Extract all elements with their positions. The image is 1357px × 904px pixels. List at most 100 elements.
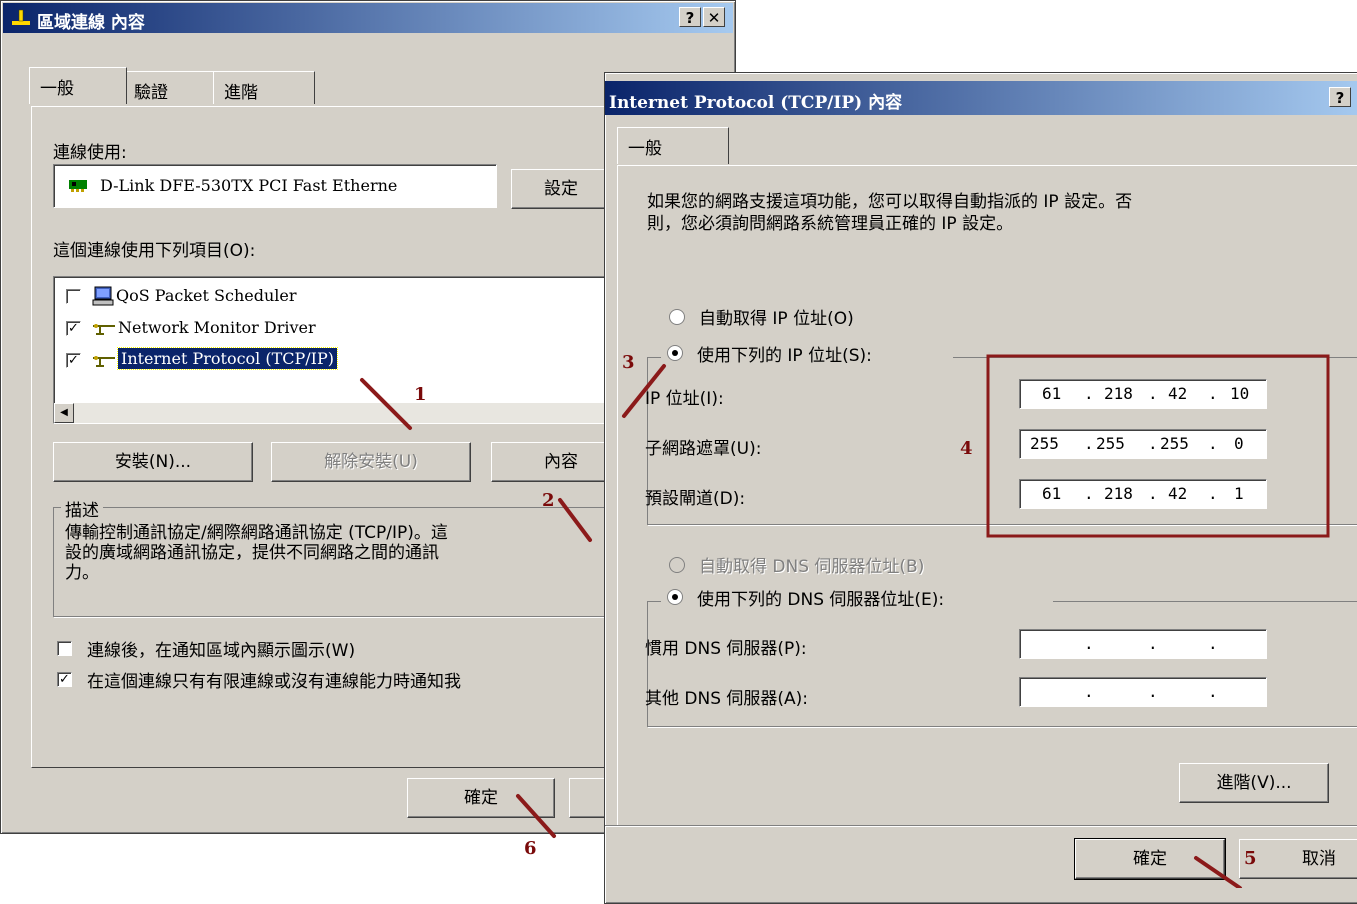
annotation-6: 6 <box>524 838 537 859</box>
show-icon-label[interactable]: 連線後，在通知區域內顯示圖示(W) <box>87 636 355 661</box>
subnet-octet-3: 255 <box>1160 434 1189 453</box>
right-ok-button[interactable]: 確定 <box>1074 838 1226 880</box>
notify-label[interactable]: 在這個連線只有有限連線或沒有連線能力時通知我 <box>87 667 461 692</box>
ip-dot: . <box>1208 434 1218 453</box>
ip-octet-3: 42 <box>1168 384 1188 403</box>
qos-checkbox[interactable] <box>66 289 81 304</box>
use-dns-radio[interactable] <box>667 589 683 605</box>
items-label: 這個連線使用下列項目(O): <box>53 241 256 261</box>
netmon-label: Network Monitor Driver <box>118 318 316 337</box>
left-ok-button[interactable]: 確定 <box>407 778 555 818</box>
ip-dot: . <box>1208 682 1218 701</box>
ip-dot: . <box>1208 484 1218 503</box>
tcpip-properties-window: Internet Protocol (TCP/IP) 內容 ? 一般 如果您的網… <box>604 72 1357 904</box>
close-icon[interactable]: ✕ <box>703 7 725 27</box>
subnet-octet-4: 0 <box>1234 434 1244 453</box>
netmon-checkbox[interactable]: ✓ <box>66 321 81 336</box>
ip-dot: . <box>1208 634 1218 653</box>
ip-dot: . <box>1084 434 1094 453</box>
ip-dot: . <box>1148 384 1158 403</box>
description-line-2: 設的廣域網路通訊協定，提供不同網路之間的通訊 <box>65 543 439 563</box>
network-protocol-icon <box>92 321 116 341</box>
annotation-4: 4 <box>960 438 973 459</box>
description-line-1: 傳輸控制通訊協定/網際網路通訊協定 (TCP/IP)。這 <box>65 523 448 543</box>
tab-general-tcpip-label: 一般 <box>628 139 662 159</box>
use-ip-label[interactable]: 使用下列的 IP 位址(S): <box>697 341 872 366</box>
network-protocol-icon <box>92 353 116 373</box>
right-cancel-button[interactable]: 取消 <box>1239 839 1357 879</box>
scheduler-icon <box>92 285 114 312</box>
right-window-title: Internet Protocol (TCP/IP) 內容 <box>609 93 903 113</box>
adapter-name: D-Link DFE-530TX PCI Fast Etherne <box>100 176 398 195</box>
ip-dot: . <box>1148 634 1158 653</box>
list-item-qos[interactable]: QoS Packet Scheduler <box>66 285 606 309</box>
components-list[interactable]: QoS Packet Scheduler ✓ Network Monitor D… <box>53 276 613 424</box>
preferred-dns-label: 慣用 DNS 伺服器(P): <box>645 639 807 659</box>
show-icon-checkbox[interactable] <box>57 641 72 656</box>
tcpip-label: Internet Protocol (TCP/IP) <box>116 347 339 370</box>
advanced-button-label: 進階(V)... <box>1216 773 1292 793</box>
right-ok-button-label: 確定 <box>1133 849 1167 869</box>
notify-checkbox[interactable]: ✓ <box>57 672 72 687</box>
use-ip-radio[interactable] <box>667 345 683 361</box>
gateway-octet-3: 42 <box>1168 484 1188 503</box>
ip-octet-2: 218 <box>1104 384 1133 403</box>
uninstall-button-label: 解除安裝(U) <box>324 452 418 472</box>
ip-dot: . <box>1148 484 1158 503</box>
gateway-octet-1: 61 <box>1042 484 1062 503</box>
ip-octet-4: 10 <box>1230 384 1250 403</box>
tcpip-checkbox[interactable]: ✓ <box>66 353 81 368</box>
use-dns-label[interactable]: 使用下列的 DNS 伺服器位址(E): <box>697 585 944 610</box>
connect-using-label: 連線使用: <box>53 143 127 163</box>
advanced-button[interactable]: 進階(V)... <box>1179 763 1329 803</box>
left-window-title: 區域連線 內容 <box>37 13 145 33</box>
network-adapter-icon <box>68 177 90 198</box>
subnet-label: 子網路遮罩(U): <box>645 439 762 459</box>
help-button[interactable]: ? <box>679 7 701 27</box>
gateway-field[interactable]: 61 . 218 . 42 . 1 <box>1019 479 1267 509</box>
install-button-label: 安裝(N)... <box>114 452 192 472</box>
scroll-left-arrow-icon[interactable]: ◀ <box>54 403 74 423</box>
preferred-dns-field[interactable]: . . . <box>1019 629 1267 659</box>
annotation-3: 3 <box>622 352 635 373</box>
subnet-mask-field[interactable]: 255 . 255 . 255 . 0 <box>1019 429 1267 459</box>
gateway-octet-2: 218 <box>1104 484 1133 503</box>
ip-dot: . <box>1084 384 1094 403</box>
ip-dot: . <box>1084 484 1094 503</box>
network-connection-icon <box>11 9 31 27</box>
auto-ip-radio[interactable] <box>669 309 685 325</box>
tab-general-label: 一般 <box>40 79 74 99</box>
auto-ip-label[interactable]: 自動取得 IP 位址(O) <box>699 304 854 329</box>
subnet-octet-2: 255 <box>1096 434 1125 453</box>
configure-button[interactable]: 設定 <box>511 169 611 209</box>
ip-octet-1: 61 <box>1042 384 1062 403</box>
ip-address-field[interactable]: 61 . 218 . 42 . 10 <box>1019 379 1267 409</box>
configure-button-label: 設定 <box>544 179 578 199</box>
list-item-netmon[interactable]: ✓ Network Monitor Driver <box>66 317 606 341</box>
tab-general[interactable]: 一般 <box>29 67 127 104</box>
gateway-label: 預設閘道(D): <box>645 489 746 509</box>
right-help-button[interactable]: ? <box>1329 87 1351 107</box>
horizontal-scrollbar[interactable]: ◀ <box>54 403 612 423</box>
ip-address-label: IP 位址(I): <box>645 389 724 409</box>
intro-line-1: 如果您的網路支援這項功能，您可以取得自動指派的 IP 設定。否 <box>647 192 1133 212</box>
tab-general-tcpip[interactable]: 一般 <box>617 127 729 164</box>
ip-dot: . <box>1208 384 1218 403</box>
use-dns-row: 使用下列的 DNS 伺服器位址(E): <box>661 585 1053 610</box>
tab-authentication-label: 驗證 <box>134 83 168 103</box>
alternate-dns-label: 其他 DNS 伺服器(A): <box>645 689 809 709</box>
ip-dot: . <box>1084 634 1094 653</box>
annotation-5: 5 <box>1244 848 1257 869</box>
tab-advanced[interactable]: 進階 <box>213 71 315 104</box>
use-ip-row: 使用下列的 IP 位址(S): <box>661 341 953 366</box>
list-item-tcpip[interactable]: ✓ Internet Protocol (TCP/IP) <box>66 347 606 373</box>
alternate-dns-field[interactable]: . . . <box>1019 677 1267 707</box>
auto-dns-radio <box>669 557 685 573</box>
annotation-1: 1 <box>414 384 427 405</box>
tab-authentication[interactable]: 驗證 <box>123 71 215 104</box>
subnet-octet-1: 255 <box>1030 434 1059 453</box>
install-button[interactable]: 安裝(N)... <box>53 442 253 482</box>
annotation-2: 2 <box>542 490 555 511</box>
description-text: 傳輸控制通訊協定/網際網路通訊協定 (TCP/IP)。這 設的廣域網路通訊協定，… <box>65 523 605 603</box>
description-line-3: 力。 <box>65 563 99 583</box>
